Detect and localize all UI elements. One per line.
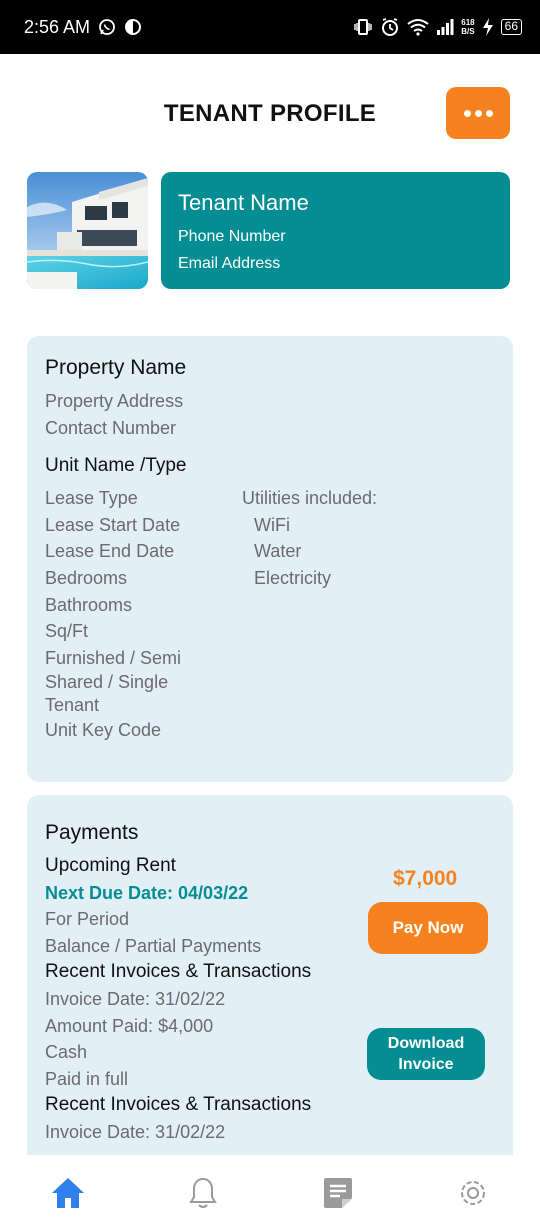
settings-icon — [460, 1180, 485, 1205]
nav-notifications[interactable] — [173, 1168, 233, 1218]
bottom-navigation — [0, 1155, 540, 1230]
download-invoice-button[interactable]: Download Invoice — [367, 1028, 485, 1080]
more-options-button[interactable] — [446, 87, 510, 139]
rent-amount: $7,000 — [393, 867, 458, 890]
recent-invoices-title: Recent Invoices & Transactions — [45, 961, 312, 983]
nav-settings[interactable] — [443, 1168, 503, 1218]
status-bar: 2:56 AM 618 B/S 66 — [0, 0, 540, 54]
property-photo — [27, 172, 148, 289]
header: TENANT PROFILE — [0, 86, 540, 142]
alarm-icon — [380, 17, 400, 37]
payments-card: Payments Upcoming Rent Next Due Date: 04… — [27, 795, 513, 1175]
invoice-date: Invoice Date: 31/02/22 — [45, 988, 226, 1009]
unit-title: Unit Name /Type — [45, 455, 187, 477]
clock: 2:56 AM — [24, 16, 91, 37]
property-details-card: Property Name Property Address Contact N… — [27, 336, 513, 782]
utilities: Utilities included: WiFi Water Electrici… — [242, 485, 377, 744]
property-contact: Contact Number — [45, 417, 177, 438]
utility-water: Water — [254, 541, 302, 562]
network-speed: 618 B/S — [461, 18, 475, 36]
lease-end-date: Lease End Date — [45, 541, 175, 562]
signal-icon — [436, 19, 454, 35]
bedrooms: Bedrooms — [45, 567, 128, 588]
unit-key-code: Unit Key Code — [45, 720, 162, 741]
bell-icon — [188, 1177, 217, 1208]
dot — [474, 109, 482, 117]
tenant-email: Email Address — [178, 255, 281, 272]
furnished: Furnished / Semi — [45, 647, 182, 668]
tenant-info-card: Tenant Name Phone Number Email Address — [161, 172, 510, 289]
whatsapp-icon — [98, 18, 116, 36]
pay-now-button[interactable]: Pay Now — [368, 902, 488, 954]
utility-electricity: Electricity — [254, 567, 332, 588]
invoice-date-2: Invoice Date: 31/02/22 — [45, 1121, 226, 1142]
wifi-icon — [407, 18, 429, 36]
nav-home[interactable] — [38, 1168, 98, 1218]
shared-single: Shared / Single Tenant — [45, 672, 169, 716]
square-feet: Sq/Ft — [45, 621, 89, 642]
payments-title: Payments — [45, 821, 139, 844]
recent-invoices-title-2: Recent Invoices & Transactions — [45, 1094, 312, 1116]
home-icon — [51, 1177, 84, 1208]
utility-wifi: WiFi — [254, 514, 290, 535]
nav-notes[interactable] — [308, 1168, 368, 1218]
battery-indicator: 66 — [500, 19, 522, 35]
tenant-name: Tenant Name — [178, 190, 309, 215]
tenant-phone: Phone Number — [178, 228, 286, 245]
property-name: Property Name — [45, 356, 187, 379]
unit-details: Lease Type Lease Start Date Lease End Da… — [45, 485, 242, 744]
dot — [485, 109, 493, 117]
app-notification-icon — [124, 18, 142, 36]
property-address: Property Address — [45, 391, 184, 411]
lease-type: Lease Type — [45, 488, 138, 509]
vibrate-icon — [353, 18, 373, 36]
charging-icon — [482, 18, 494, 36]
lease-start-date: Lease Start Date — [45, 514, 181, 535]
bathrooms: Bathrooms — [45, 594, 133, 615]
dot — [463, 109, 471, 117]
notes-icon — [323, 1177, 352, 1208]
utilities-title: Utilities included: — [242, 488, 378, 509]
